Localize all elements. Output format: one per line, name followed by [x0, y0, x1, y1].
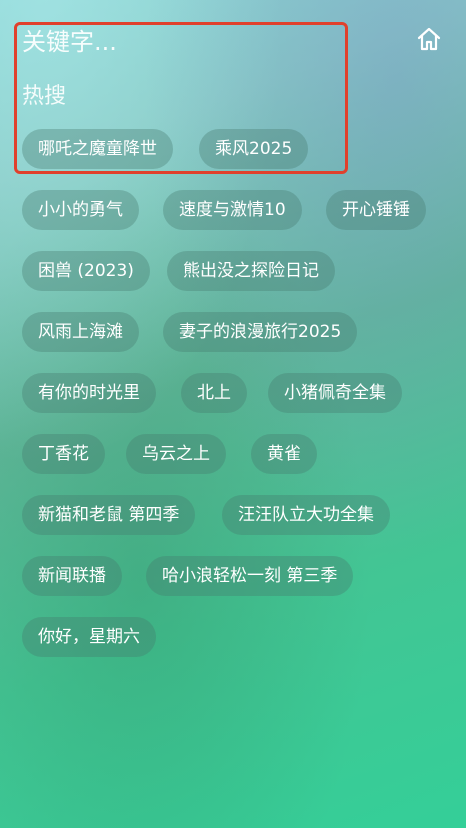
tag-item[interactable]: 速度与激情10: [163, 190, 302, 230]
search-input[interactable]: 关键字...: [22, 22, 322, 62]
tag-item[interactable]: 困兽 (2023): [22, 251, 150, 291]
tag-item[interactable]: 乘风2025: [199, 129, 309, 169]
tag-item[interactable]: 新猫和老鼠 第四季: [22, 495, 196, 535]
tag-item[interactable]: 哈小浪轻松一刻 第三季: [146, 556, 354, 596]
home-button[interactable]: [414, 24, 444, 54]
tag-item[interactable]: 黄雀: [251, 434, 317, 474]
tag-item[interactable]: 熊出没之探险日记: [167, 251, 335, 291]
tag-item[interactable]: 北上: [181, 373, 247, 413]
tag-item[interactable]: 丁香花: [22, 434, 105, 474]
tag-item[interactable]: 汪汪队立大功全集: [222, 495, 390, 535]
hot-search-title: 热搜: [22, 84, 67, 109]
home-icon: [417, 27, 441, 51]
background: [0, 0, 466, 828]
tag-item[interactable]: 有你的时光里: [22, 373, 156, 413]
tag-item[interactable]: 哪吒之魔童降世: [22, 129, 173, 169]
tag-item[interactable]: 乌云之上: [126, 434, 226, 474]
tag-item[interactable]: 妻子的浪漫旅行2025: [163, 312, 358, 352]
tag-item[interactable]: 小小的勇气: [22, 190, 139, 230]
tag-item[interactable]: 风雨上海滩: [22, 312, 139, 352]
tag-item[interactable]: 小猪佩奇全集: [268, 373, 402, 413]
tag-item[interactable]: 你好，星期六: [22, 617, 156, 657]
tag-item[interactable]: 新闻联播: [22, 556, 122, 596]
tag-item[interactable]: 开心锤锤: [326, 190, 426, 230]
